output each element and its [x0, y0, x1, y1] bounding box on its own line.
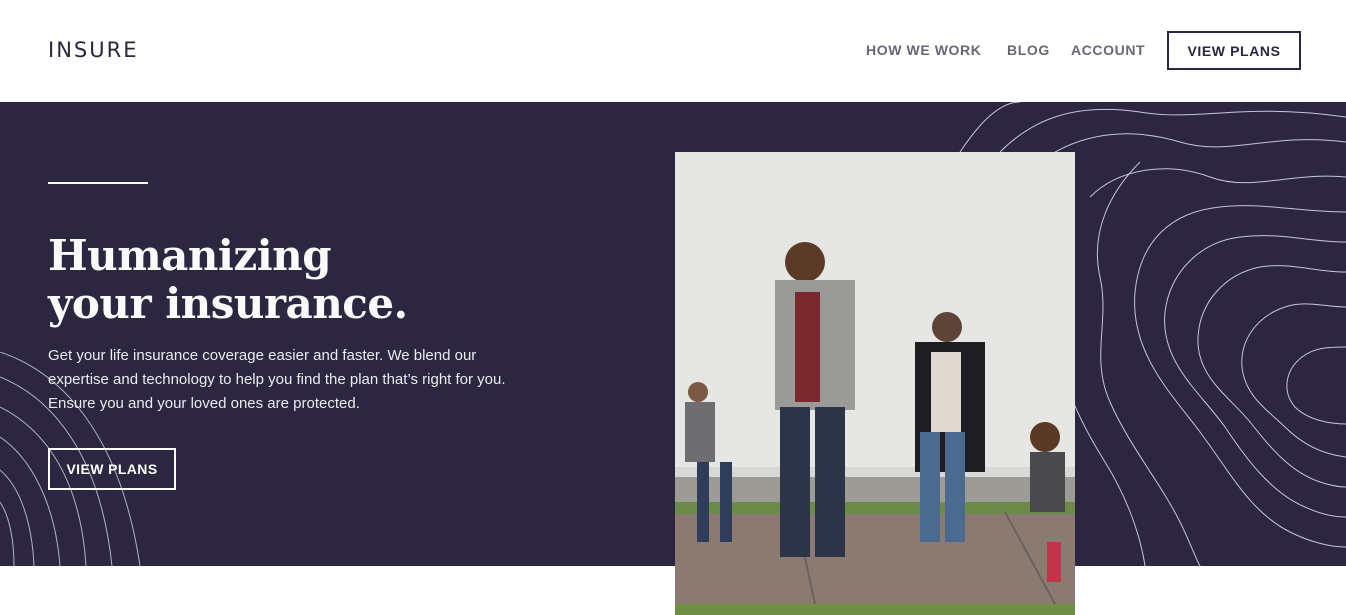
- header-view-plans-button[interactable]: VIEW PLANS: [1167, 31, 1301, 70]
- hero-title-line-2: your insurance.: [48, 279, 408, 328]
- hero-section: Humanizing your insurance. Get your life…: [0, 102, 1346, 566]
- hero-divider-line: [48, 182, 148, 184]
- hero-view-plans-button[interactable]: VIEW PLANS: [48, 448, 176, 490]
- logo[interactable]: INSURE: [48, 38, 138, 62]
- site-header: INSURE HOW WE WORK BLOG ACCOUNT VIEW PLA…: [0, 0, 1346, 102]
- nav-how-we-work[interactable]: HOW WE WORK: [866, 42, 981, 58]
- hero-description: Get your life insurance coverage easier …: [48, 347, 506, 412]
- hero-family-photo: [675, 152, 1075, 615]
- hero-title-line-1: Humanizing: [48, 231, 332, 280]
- hero-title: Humanizing your insurance.: [48, 232, 468, 328]
- nav-account[interactable]: ACCOUNT: [1071, 42, 1145, 58]
- family-photo-illustration: [675, 152, 1075, 615]
- nav-blog[interactable]: BLOG: [1007, 42, 1050, 58]
